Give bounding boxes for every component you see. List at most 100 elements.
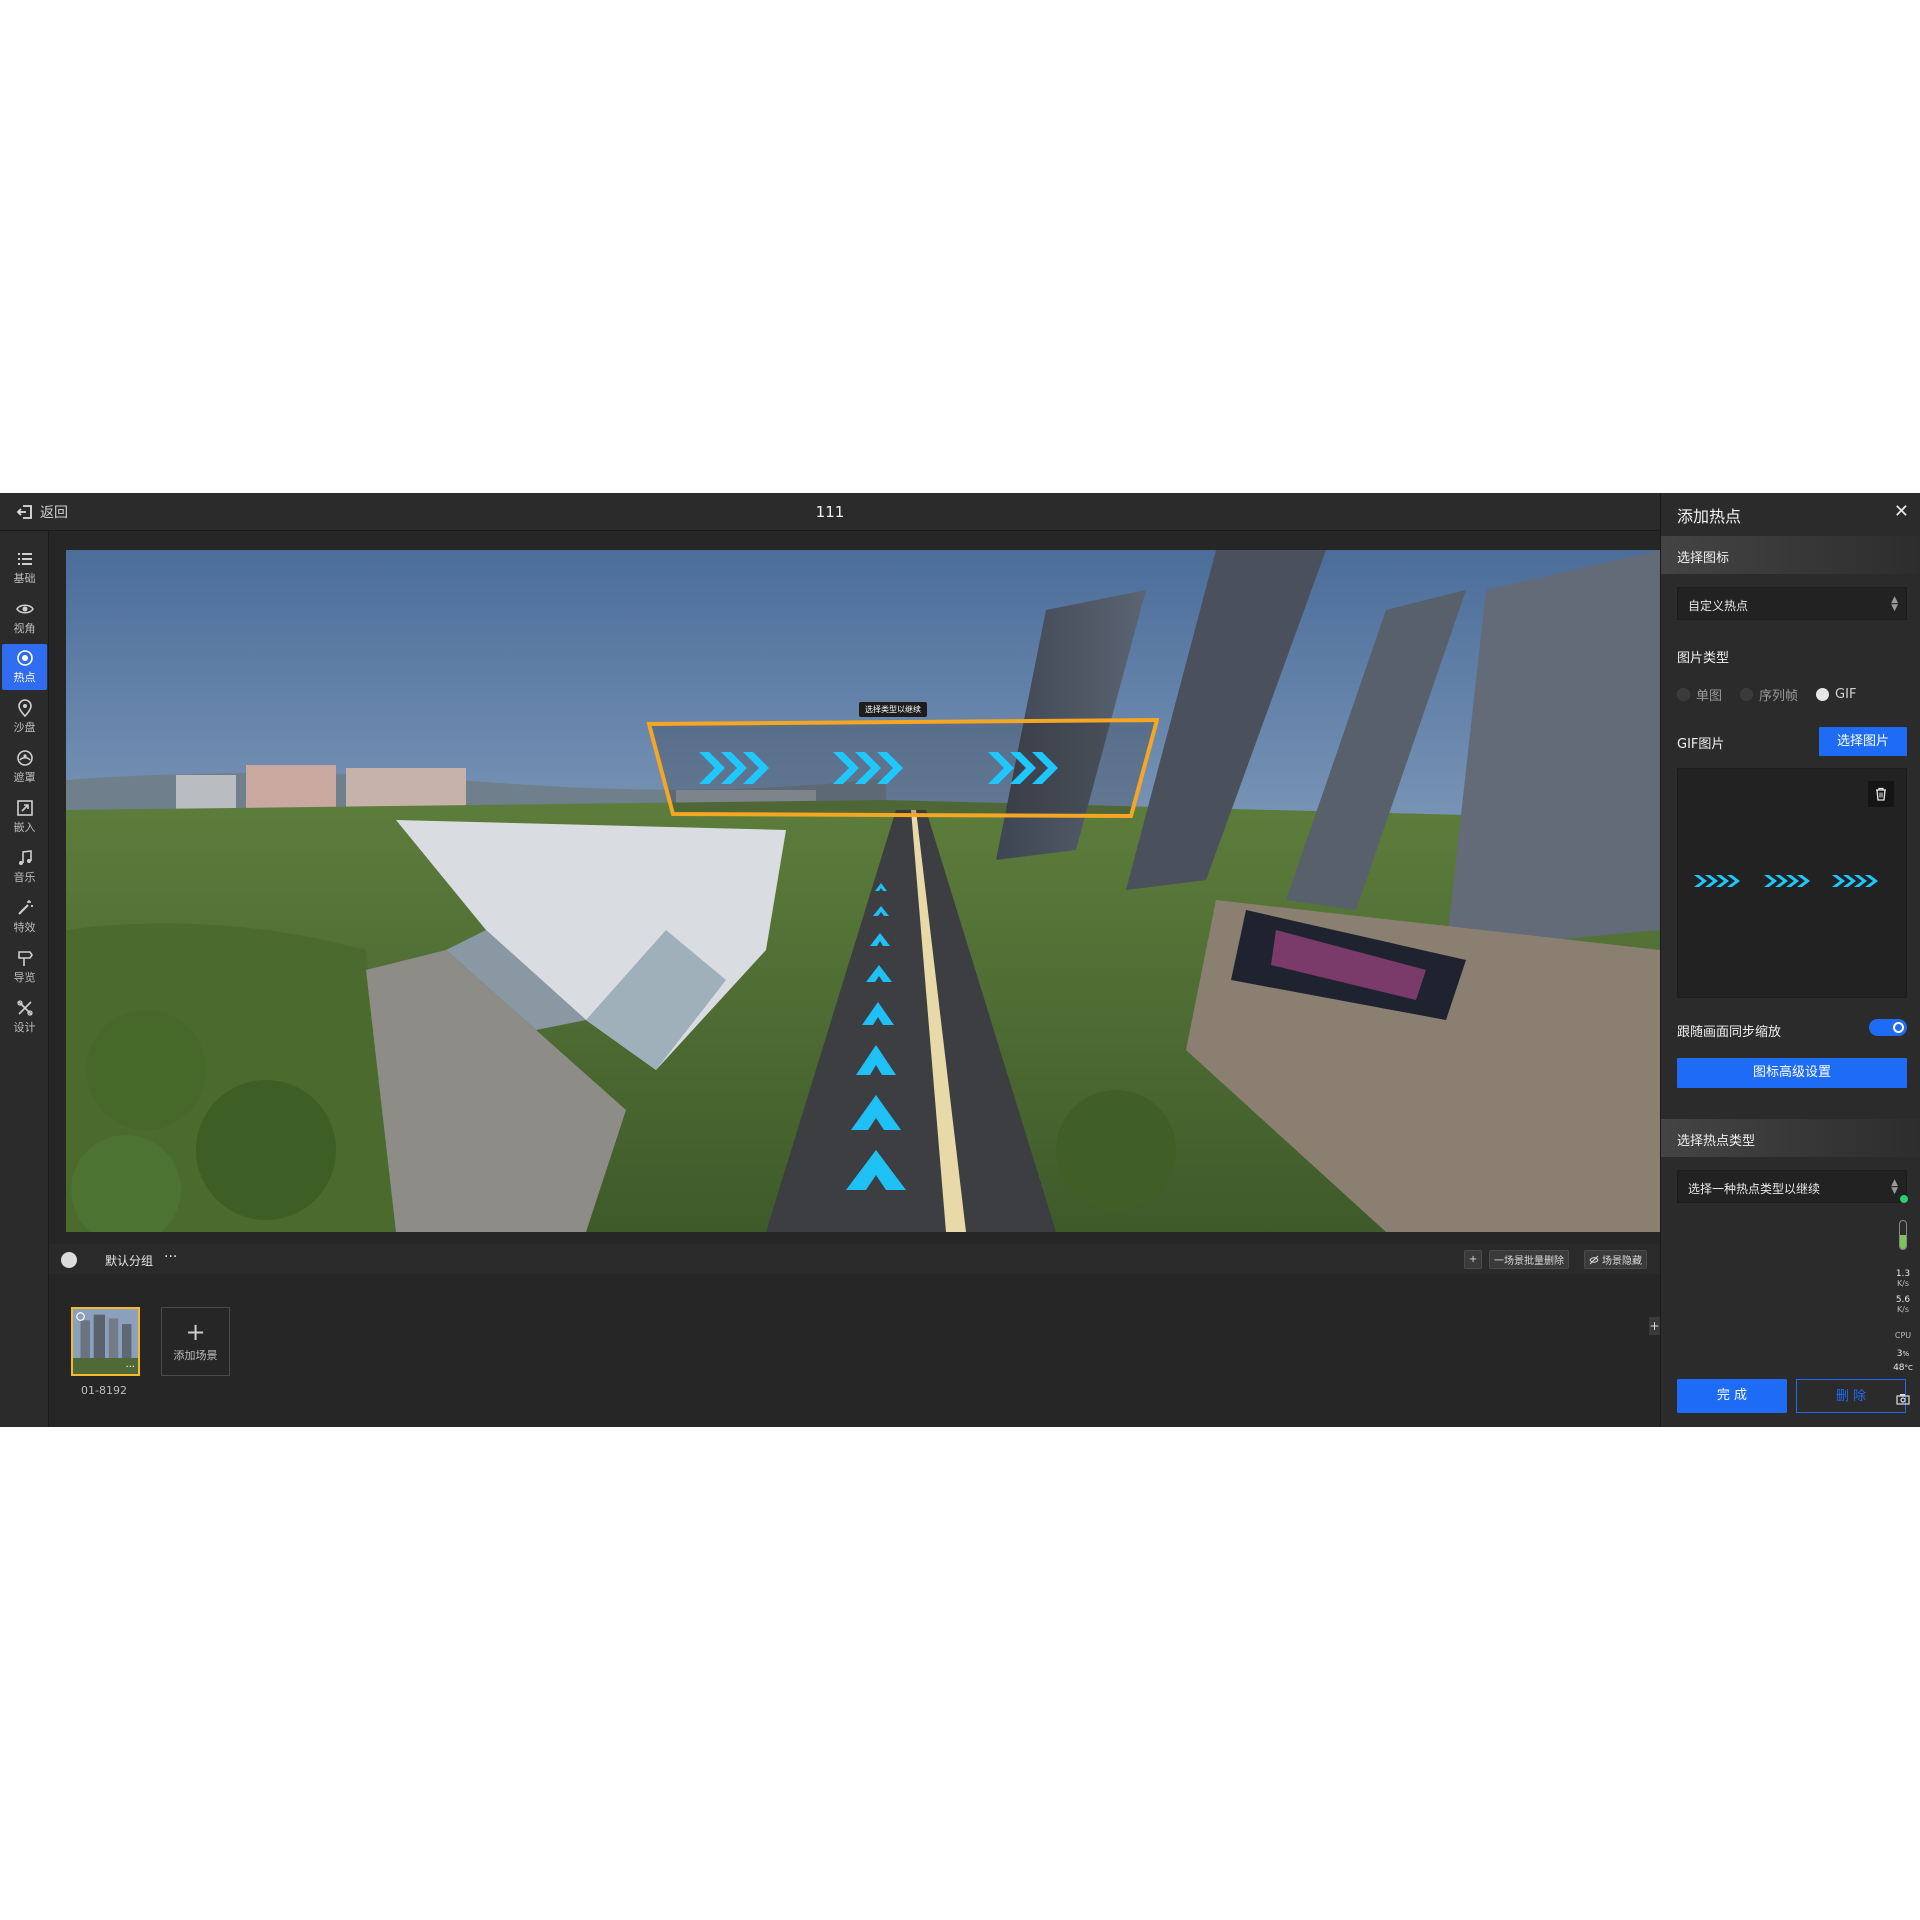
- icon-select-value: 自定义热点: [1688, 599, 1749, 613]
- hide-scene-button[interactable]: 场景隐藏: [1584, 1250, 1647, 1269]
- sidebar-item-embed[interactable]: 嵌入: [2, 794, 47, 840]
- status-dot: [1900, 1195, 1908, 1203]
- expand-button[interactable]: +: [1649, 1317, 1660, 1335]
- group-more-button[interactable]: ···: [164, 1249, 177, 1265]
- add-scene-label: 添加场景: [173, 1348, 218, 1362]
- download-speed: 5.6 K/s: [1886, 1295, 1920, 1314]
- sidebar-item-label: 遮罩: [13, 771, 36, 784]
- close-icon[interactable]: ✕: [1894, 501, 1909, 522]
- updown-caret-icon: ▲ ▼: [1891, 1178, 1898, 1196]
- follow-zoom-label: 跟随画面同步缩放: [1677, 1025, 1782, 1040]
- image-type-label: 图片类型: [1677, 651, 1730, 666]
- icon-select[interactable]: 自定义热点 ▲ ▼: [1677, 587, 1907, 620]
- music-icon: [18, 850, 32, 865]
- radio-dot: [1677, 687, 1690, 701]
- hotspot-tooltip: 选择类型以继续: [859, 702, 927, 717]
- image-type-radios: 单图 序列帧 GIF: [1677, 684, 1907, 704]
- system-monitor: 1.3 K/s 5.6 K/s CPU 3% 48°C: [1886, 1195, 1920, 1415]
- sidebar-item-mask[interactable]: 遮罩: [2, 744, 47, 790]
- sidebar-item-label: 音乐: [13, 871, 36, 884]
- radio-label: 序列帧: [1759, 688, 1799, 704]
- sidebar-item-effects[interactable]: 特效: [2, 894, 47, 940]
- design-icon: [16, 1000, 33, 1016]
- plus-icon: +: [185, 1317, 206, 1346]
- gif-image-label: GIF图片: [1677, 737, 1725, 752]
- sidebar-item-hotspot[interactable]: 热点: [2, 644, 47, 690]
- upload-speed: 1.3 K/s: [1886, 1269, 1920, 1288]
- radio-dot: [1816, 687, 1830, 701]
- top-bar: 返回 111: [0, 493, 1660, 531]
- editor-app: 返回 111 基础 视角 热点 沙盘 遮罩 嵌入 音乐 特效 导览 设计 选择类…: [0, 493, 1920, 1427]
- group-icon: [61, 1252, 77, 1268]
- add-scene-button[interactable]: + 添加场景: [161, 1307, 230, 1376]
- download-value: 5.6: [1895, 1295, 1911, 1305]
- temp-unit: °C: [1904, 1364, 1913, 1372]
- radio-dot: [1740, 687, 1754, 701]
- list-icon: [17, 553, 32, 565]
- sidebar-item-music[interactable]: 音乐: [2, 844, 47, 890]
- left-sidebar: 基础 视角 热点 沙盘 遮罩 嵌入 音乐 特效 导览 设计: [0, 531, 49, 1427]
- scene-list: ··· 01-8192 + 添加场景 +: [49, 1274, 1660, 1427]
- follow-zoom-toggle[interactable]: [1869, 1019, 1907, 1036]
- scene-thumbnail[interactable]: ···: [71, 1307, 140, 1376]
- hide-scene-label: 场景隐藏: [1602, 1256, 1642, 1267]
- gif-arrow-preview: [1694, 875, 1878, 887]
- cpu-unit: %: [1902, 1350, 1910, 1358]
- toggle-knob: [1893, 1022, 1904, 1033]
- usage-bar: [1899, 1220, 1907, 1250]
- done-button[interactable]: 完 成: [1677, 1379, 1787, 1413]
- cpu-usage: 3%: [1886, 1349, 1920, 1359]
- scene-group-header: 默认分组 ··· + 一场景批量删除 场景隐藏: [49, 1244, 1660, 1274]
- gif-preview: [1677, 768, 1907, 998]
- wand-icon: [17, 900, 33, 915]
- scene-group-bar: 默认分组 ··· + 一场景批量删除 场景隐藏 ··· 01-8192 + 添加…: [49, 1244, 1660, 1427]
- hotspot-frame[interactable]: [643, 716, 1159, 820]
- advanced-icon-settings-button[interactable]: 图标高级设置: [1677, 1058, 1907, 1088]
- updown-caret-icon: ▲ ▼: [1891, 595, 1898, 613]
- radio-sequence[interactable]: 序列帧: [1740, 685, 1798, 704]
- choose-image-button[interactable]: 选择图片: [1819, 727, 1907, 756]
- scene-label: 01-8192: [81, 1384, 127, 1397]
- section-choose-icon: 选择图标: [1661, 536, 1920, 574]
- radio-single[interactable]: 单图: [1677, 685, 1722, 704]
- signpost-icon: [17, 951, 33, 966]
- mask-icon: [16, 750, 33, 766]
- map-pin-icon: [17, 699, 32, 717]
- usage-bar-fill: [1900, 1235, 1906, 1249]
- sidebar-item-view[interactable]: 视角: [2, 595, 47, 641]
- embed-icon: [16, 800, 33, 816]
- upload-value: 1.3: [1895, 1269, 1911, 1279]
- sidebar-item-label: 沙盘: [13, 721, 36, 734]
- panorama-viewport[interactable]: 选择类型以继续: [66, 550, 1660, 1232]
- panel-title: 添加热点: [1677, 507, 1742, 526]
- sidebar-item-label: 嵌入: [13, 821, 36, 834]
- sidebar-item-label: 基础: [13, 572, 36, 585]
- sidebar-item-guide[interactable]: 导览: [2, 944, 47, 990]
- sidebar-item-design[interactable]: 设计: [2, 994, 47, 1040]
- radio-label: 单图: [1696, 688, 1723, 704]
- target-icon: [16, 650, 33, 666]
- sidebar-item-label: 设计: [13, 1021, 36, 1034]
- hotspot-type-placeholder: 选择一种热点类型以继续: [1688, 1182, 1821, 1196]
- batch-delete-button[interactable]: 一场景批量删除: [1489, 1250, 1569, 1269]
- camera-icon[interactable]: [1896, 1393, 1910, 1405]
- sidebar-item-label: 特效: [13, 921, 36, 934]
- delete-image-button[interactable]: [1868, 781, 1894, 807]
- download-unit: K/s: [1896, 1305, 1910, 1314]
- add-hotspot-panel: 添加热点 ✕ 选择图标 自定义热点 ▲ ▼ 图片类型 单图 序列帧 GIF GIF…: [1660, 493, 1920, 1427]
- radio-gif[interactable]: GIF: [1816, 687, 1856, 702]
- section-hotspot-type: 选择热点类型: [1661, 1119, 1920, 1157]
- hotspot-type-select[interactable]: 选择一种热点类型以继续 ▲ ▼: [1677, 1170, 1907, 1203]
- sidebar-item-sandbox[interactable]: 沙盘: [2, 694, 47, 740]
- project-title: 111: [815, 503, 845, 521]
- sidebar-item-label: 视角: [13, 622, 36, 635]
- sidebar-item-basic[interactable]: 基础: [2, 545, 47, 591]
- batch-delete-label: 一场景批量删除: [1494, 1256, 1564, 1267]
- plus-icon: +: [1468, 1254, 1478, 1265]
- scene-more-button[interactable]: ···: [125, 1362, 135, 1373]
- eye-off-icon: [1589, 1255, 1599, 1264]
- group-label[interactable]: 默认分组: [105, 1252, 153, 1269]
- panel-header: 添加热点 ✕: [1661, 493, 1920, 531]
- add-group-button[interactable]: +: [1464, 1250, 1482, 1269]
- panorama-image: [66, 550, 1660, 1232]
